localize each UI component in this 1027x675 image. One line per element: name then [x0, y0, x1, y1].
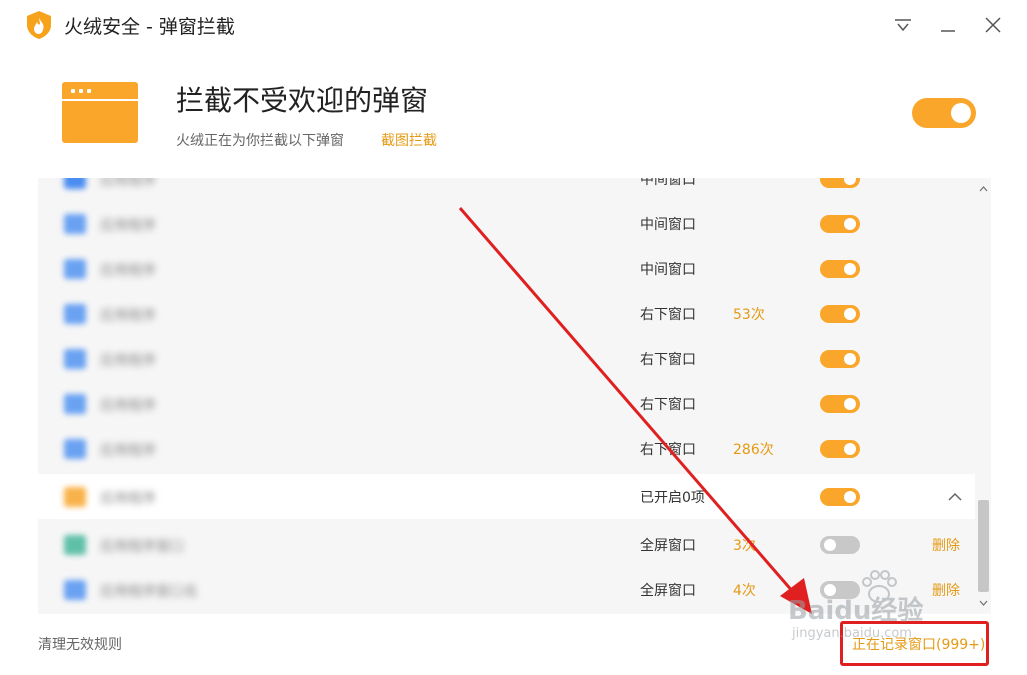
app-icon — [64, 487, 86, 507]
rule-toggle[interactable] — [820, 581, 860, 599]
scroll-down-icon[interactable] — [976, 596, 991, 610]
app-icon — [64, 214, 86, 234]
app-icon — [64, 259, 86, 279]
app-name-blurred: 应用程序 — [100, 398, 156, 414]
subrule-row: 应用程序窗口名 全屏窗口 4次 删除 — [38, 567, 975, 612]
annotation-highlight-box — [840, 621, 989, 666]
rule-row: 应用程序 右下窗口 53次 — [38, 291, 975, 336]
app-name-blurred: 应用程序 — [100, 263, 156, 279]
page-title: 拦截不受欢迎的弹窗 — [176, 84, 429, 117]
app-name-blurred: 应用程序 — [100, 218, 156, 234]
rule-row: 应用程序 右下窗口 286次 — [38, 426, 975, 471]
rule-type: 全屏窗口 — [640, 583, 696, 599]
app-name-blurred: 应用程序窗口名 — [100, 584, 198, 600]
popup-window-icon — [62, 82, 138, 143]
rule-toggle[interactable] — [820, 215, 860, 233]
scroll-thumb[interactable] — [978, 500, 989, 592]
app-icon — [64, 304, 86, 324]
rule-row: 应用程序 中间窗口 — [38, 178, 975, 201]
app-name-blurred: 应用程序 — [100, 353, 156, 369]
minimize-icon — [941, 30, 955, 32]
rule-type: 右下窗口 — [640, 397, 696, 413]
close-button[interactable] — [982, 14, 1004, 36]
group-status: 已开启0项 — [640, 490, 705, 506]
app-icon — [64, 394, 86, 414]
block-count: 3次 — [733, 538, 756, 554]
app-icon — [64, 349, 86, 369]
block-count: 4次 — [733, 583, 756, 599]
app-name-blurred: 应用程序窗口 — [100, 539, 184, 555]
rule-toggle[interactable] — [820, 440, 860, 458]
screenshot-block-link[interactable]: 截图拦截 — [381, 130, 437, 150]
delete-link[interactable]: 删除 — [932, 535, 960, 555]
rule-type: 右下窗口 — [640, 442, 696, 458]
rule-toggle[interactable] — [820, 305, 860, 323]
title-bar: 火绒安全 - 弹窗拦截 — [0, 0, 1027, 50]
subrule-row: 应用程序窗口 全屏窗口 3次 删除 — [38, 522, 975, 567]
rule-type: 中间窗口 — [640, 217, 696, 233]
rule-type: 右下窗口 — [640, 307, 696, 323]
delete-link[interactable]: 删除 — [932, 580, 960, 600]
rule-row: 应用程序 中间窗口 — [38, 201, 975, 246]
block-count: 286次 — [733, 442, 774, 458]
app-name-blurred: 应用程序 — [100, 308, 156, 324]
menu-button[interactable] — [892, 14, 914, 36]
rule-group-row[interactable]: 应用程序 已开启0项 — [38, 474, 975, 519]
scroll-up-icon[interactable] — [976, 182, 991, 196]
rule-type: 右下窗口 — [640, 352, 696, 368]
huorong-logo-icon — [27, 11, 51, 39]
page-subtitle: 火绒正在为你拦截以下弹窗 — [176, 133, 344, 149]
list-scrollbar[interactable] — [976, 178, 991, 614]
app-icon — [64, 580, 86, 600]
rule-row: 应用程序 中间窗口 — [38, 246, 975, 291]
rule-toggle[interactable] — [820, 350, 860, 368]
rule-toggle[interactable] — [820, 395, 860, 413]
chevron-up-icon[interactable] — [946, 488, 964, 506]
app-icon — [64, 439, 86, 459]
rule-toggle[interactable] — [820, 178, 860, 188]
rule-type: 中间窗口 — [640, 262, 696, 278]
clean-invalid-rules-link[interactable]: 清理无效规则 — [38, 634, 122, 654]
block-count: 53次 — [733, 307, 765, 323]
app-icon — [64, 535, 86, 555]
rules-list: 应用程序 中间窗口 应用程序 中间窗口 应用程序 中间窗口 应用程序 右下窗口 … — [38, 178, 991, 614]
window-title: 火绒安全 - 弹窗拦截 — [64, 16, 235, 38]
rule-row: 应用程序 右下窗口 — [38, 336, 975, 381]
rule-type: 中间窗口 — [640, 178, 696, 188]
app-icon — [64, 178, 86, 189]
menu-icon — [895, 19, 911, 32]
rule-toggle[interactable] — [820, 260, 860, 278]
app-name-blurred: 应用程序 — [100, 178, 156, 189]
close-icon — [985, 17, 1001, 33]
rule-toggle[interactable] — [820, 536, 860, 554]
popup-block-master-toggle[interactable] — [912, 98, 976, 128]
rule-row: 应用程序 右下窗口 — [38, 381, 975, 426]
rule-type: 全屏窗口 — [640, 538, 696, 554]
minimize-button[interactable] — [937, 14, 959, 36]
app-name-blurred: 应用程序 — [100, 443, 156, 459]
app-name-blurred: 应用程序 — [100, 491, 156, 507]
group-toggle[interactable] — [820, 488, 860, 506]
